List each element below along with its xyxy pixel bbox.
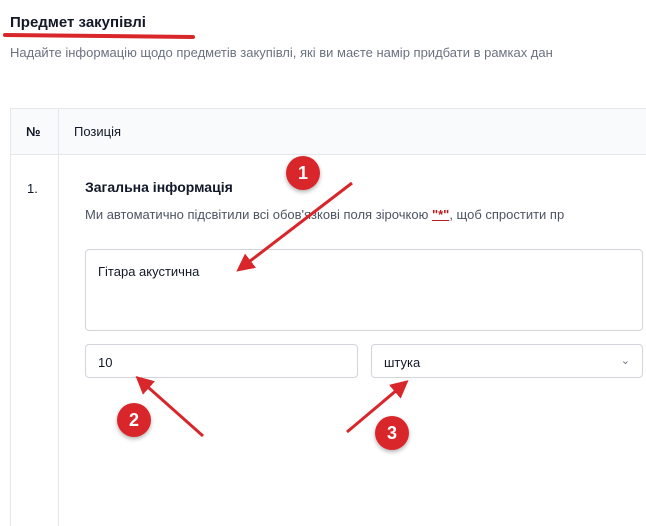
row-number: 1. <box>27 181 38 196</box>
chevron-down-icon: ⌄ <box>620 355 630 367</box>
section-title: Предмет закупівлі <box>10 14 146 31</box>
quantity-field[interactable]: 10 <box>85 344 358 378</box>
section-description: Надайте інформацію щодо предметів закупі… <box>10 45 553 60</box>
header-position: Позиція <box>74 124 122 139</box>
general-info-description: Ми автоматично підсвітили всі обов'язков… <box>85 207 564 222</box>
required-star-note: "*" <box>431 207 450 222</box>
annotation-marker-2: 2 <box>117 403 151 437</box>
section-title-underline <box>2 32 196 40</box>
annotation-marker-3: 3 <box>375 416 409 450</box>
unit-selected-value: штука <box>384 355 421 370</box>
general-info-title: Загальна інформація <box>85 179 233 195</box>
column-divider <box>58 109 59 526</box>
annotation-marker-1: 1 <box>286 156 320 190</box>
unit-select[interactable]: штука ⌄ <box>371 344 643 378</box>
table-header: № Позиція <box>11 109 646 155</box>
header-number: № <box>26 124 41 139</box>
item-name-field[interactable]: Гітара акустична <box>85 249 643 331</box>
desc-text-start: Ми автоматично підсвітили всі обов'язков… <box>85 207 432 222</box>
desc-text-end: , щоб спростити пр <box>449 207 565 222</box>
items-table: № Позиція 1. Загальна інформація Ми авто… <box>10 108 646 526</box>
